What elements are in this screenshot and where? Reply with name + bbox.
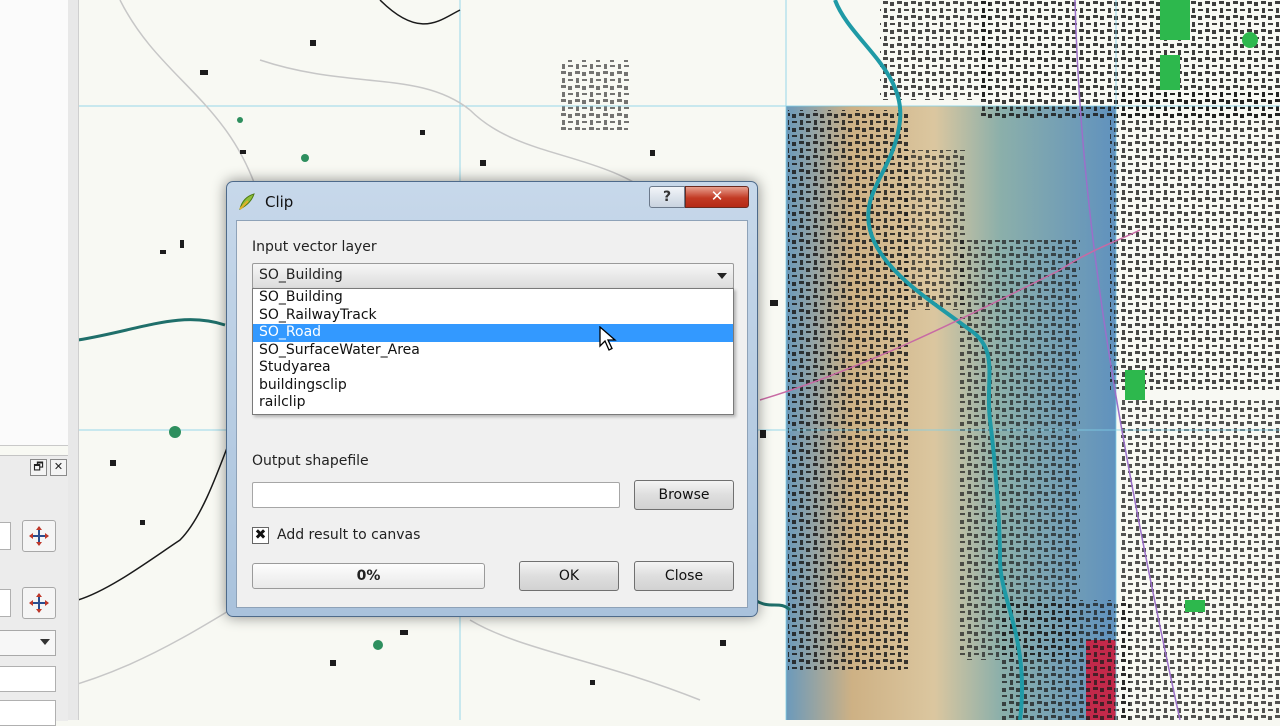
input-layer-label: Input vector layer <box>252 239 377 255</box>
pan-icon <box>29 593 49 613</box>
browse-button[interactable]: Browse <box>634 480 734 510</box>
close-dock-button[interactable]: ✕ <box>50 459 67 476</box>
dropdown-option[interactable]: SO_SurfaceWater_Area <box>253 342 733 360</box>
output-shapefile-label: Output shapefile <box>252 453 369 469</box>
input-layer-value: SO_Building <box>259 267 343 283</box>
qgis-icon <box>239 193 255 210</box>
progress-text: 0% <box>356 568 381 584</box>
layers-panel <box>0 0 69 446</box>
dock-input-2[interactable] <box>0 700 56 726</box>
dropdown-option[interactable]: Studyarea <box>253 359 733 377</box>
dropdown-option[interactable]: buildingsclip <box>253 377 733 395</box>
pan-icon <box>29 526 49 546</box>
close-button[interactable]: Close <box>634 561 734 591</box>
clip-dialog: Clip ? ✕ Input vector layer SO_Building … <box>226 181 758 617</box>
dialog-body: Input vector layer SO_Building Output sh… <box>236 220 748 608</box>
dropdown-option[interactable]: SO_Road <box>253 324 733 342</box>
dropdown-option[interactable]: railclip <box>253 394 733 412</box>
help-button[interactable]: ? <box>649 186 685 208</box>
add-to-canvas-label: Add result to canvas <box>277 527 421 543</box>
mouse-pointer-icon <box>599 326 617 351</box>
chevron-down-icon <box>40 639 50 645</box>
window-close-button[interactable]: ✕ <box>685 186 749 208</box>
dock-field-2[interactable] <box>0 589 11 617</box>
dock-input-1[interactable] <box>0 666 56 692</box>
pan-button-1[interactable] <box>22 520 56 552</box>
output-shapefile-input[interactable] <box>252 482 620 508</box>
dropdown-option[interactable]: SO_Building <box>253 289 733 307</box>
dialog-titlebar[interactable]: Clip ? ✕ <box>227 182 757 220</box>
progress-bar: 0% <box>252 563 485 589</box>
pan-button-2[interactable] <box>22 587 56 619</box>
input-layer-dropdown-list[interactable]: SO_Building SO_RailwayTrack SO_Road SO_Surf… <box>252 288 734 415</box>
dock-splitter[interactable] <box>68 0 79 720</box>
float-dock-button[interactable]: 🗗 <box>30 459 47 476</box>
dropdown-option[interactable]: SO_RailwayTrack <box>253 307 733 325</box>
add-to-canvas-checkbox[interactable]: ✖ <box>252 527 269 544</box>
input-layer-combo[interactable]: SO_Building <box>252 263 734 289</box>
ok-button[interactable]: OK <box>519 561 619 591</box>
chevron-down-icon <box>717 273 727 279</box>
dialog-title: Clip <box>265 193 294 211</box>
dock-combo[interactable] <box>0 630 56 656</box>
dock-field-1[interactable] <box>0 522 11 550</box>
